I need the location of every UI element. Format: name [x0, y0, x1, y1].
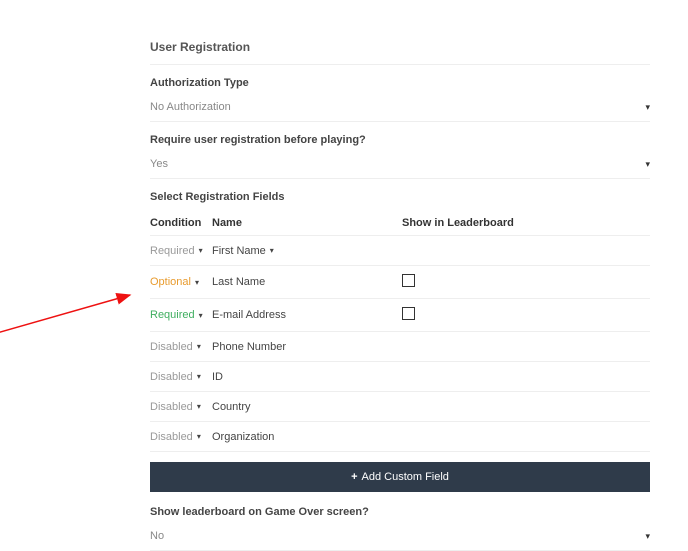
field-name-text: ID: [212, 371, 223, 383]
field-name: Country: [212, 401, 402, 413]
table-row: Disabled ▾ ID: [150, 362, 650, 392]
col-show: Show in Leaderboard: [402, 217, 650, 229]
add-custom-field-label: Add Custom Field: [362, 471, 449, 483]
field-name-text: Phone Number: [212, 341, 286, 353]
field-name: Phone Number: [212, 341, 402, 353]
auth-type-select[interactable]: No Authorization ▾: [150, 95, 650, 122]
auth-type-label: Authorization Type: [150, 77, 650, 89]
condition-value: Disabled: [150, 371, 193, 383]
caret-down-icon: ▾: [197, 372, 201, 381]
panel-title: User Registration: [150, 40, 650, 54]
table-row: Optional ▾ Last Name: [150, 266, 650, 299]
add-custom-field-button[interactable]: + Add Custom Field: [150, 462, 650, 492]
condition-select[interactable]: Disabled ▾: [150, 371, 212, 383]
fields-table-body: Required ▾ First Name ▾ Optional ▾ Last Name Re…: [150, 236, 650, 452]
plus-icon: +: [351, 471, 357, 483]
fields-table-header: Condition Name Show in Leaderboard: [150, 211, 650, 236]
field-name: First Name ▾: [212, 245, 402, 257]
caret-down-icon: ▾: [195, 278, 199, 287]
condition-value: Disabled: [150, 431, 193, 443]
table-row: Disabled ▾ Phone Number: [150, 332, 650, 362]
caret-down-icon: ▾: [645, 531, 650, 542]
show-leaderboard-value: No: [150, 530, 164, 542]
field-name: Organization: [212, 431, 402, 443]
caret-down-icon: ▾: [199, 311, 203, 320]
field-name-text: Organization: [212, 431, 274, 443]
require-registration-value: Yes: [150, 158, 168, 170]
fields-heading: Select Registration Fields: [150, 191, 650, 203]
show-in-leaderboard-cell: [402, 274, 650, 290]
field-name-text: Country: [212, 401, 251, 413]
show-leaderboard-select[interactable]: No ▾: [150, 524, 650, 551]
condition-value: Disabled: [150, 341, 193, 353]
divider: [150, 64, 650, 65]
user-registration-panel: User Registration Authorization Type No …: [150, 40, 650, 551]
field-name-text: First Name: [212, 245, 266, 257]
col-condition: Condition: [150, 217, 212, 229]
caret-down-icon: ▾: [199, 246, 203, 255]
checkbox[interactable]: [402, 307, 415, 320]
field-name: ID: [212, 371, 402, 383]
require-registration-select[interactable]: Yes ▾: [150, 152, 650, 179]
caret-down-icon: ▾: [645, 159, 650, 170]
table-row: Disabled ▾ Organization: [150, 422, 650, 452]
condition-value: Required: [150, 245, 195, 257]
condition-value: Required: [150, 309, 195, 321]
field-name: E-mail Address: [212, 309, 402, 321]
condition-value: Disabled: [150, 401, 193, 413]
caret-down-icon: ▾: [197, 402, 201, 411]
condition-select[interactable]: Disabled ▾: [150, 401, 212, 413]
col-name: Name: [212, 217, 402, 229]
require-registration-label: Require user registration before playing…: [150, 134, 650, 146]
field-name-text: Last Name: [212, 276, 265, 288]
field-name-text: E-mail Address: [212, 309, 286, 321]
table-row: Required ▾ First Name ▾: [150, 236, 650, 266]
pointer-arrow: [0, 280, 150, 340]
condition-select[interactable]: Disabled ▾: [150, 341, 212, 353]
condition-select[interactable]: Required ▾: [150, 245, 212, 257]
table-row: Disabled ▾ Country: [150, 392, 650, 422]
condition-select[interactable]: Required ▾: [150, 309, 212, 321]
checkbox[interactable]: [402, 274, 415, 287]
caret-down-icon: ▾: [645, 102, 650, 113]
caret-down-icon: ▾: [197, 342, 201, 351]
condition-value: Optional: [150, 276, 191, 288]
show-in-leaderboard-cell: [402, 307, 650, 323]
table-row: Required ▾ E-mail Address: [150, 299, 650, 332]
condition-select[interactable]: Optional ▾: [150, 276, 212, 288]
show-leaderboard-label: Show leaderboard on Game Over screen?: [150, 506, 650, 518]
auth-type-value: No Authorization: [150, 101, 231, 113]
caret-down-icon: ▾: [197, 432, 201, 441]
field-name: Last Name: [212, 276, 402, 288]
condition-select[interactable]: Disabled ▾: [150, 431, 212, 443]
caret-down-icon: ▾: [270, 246, 274, 255]
